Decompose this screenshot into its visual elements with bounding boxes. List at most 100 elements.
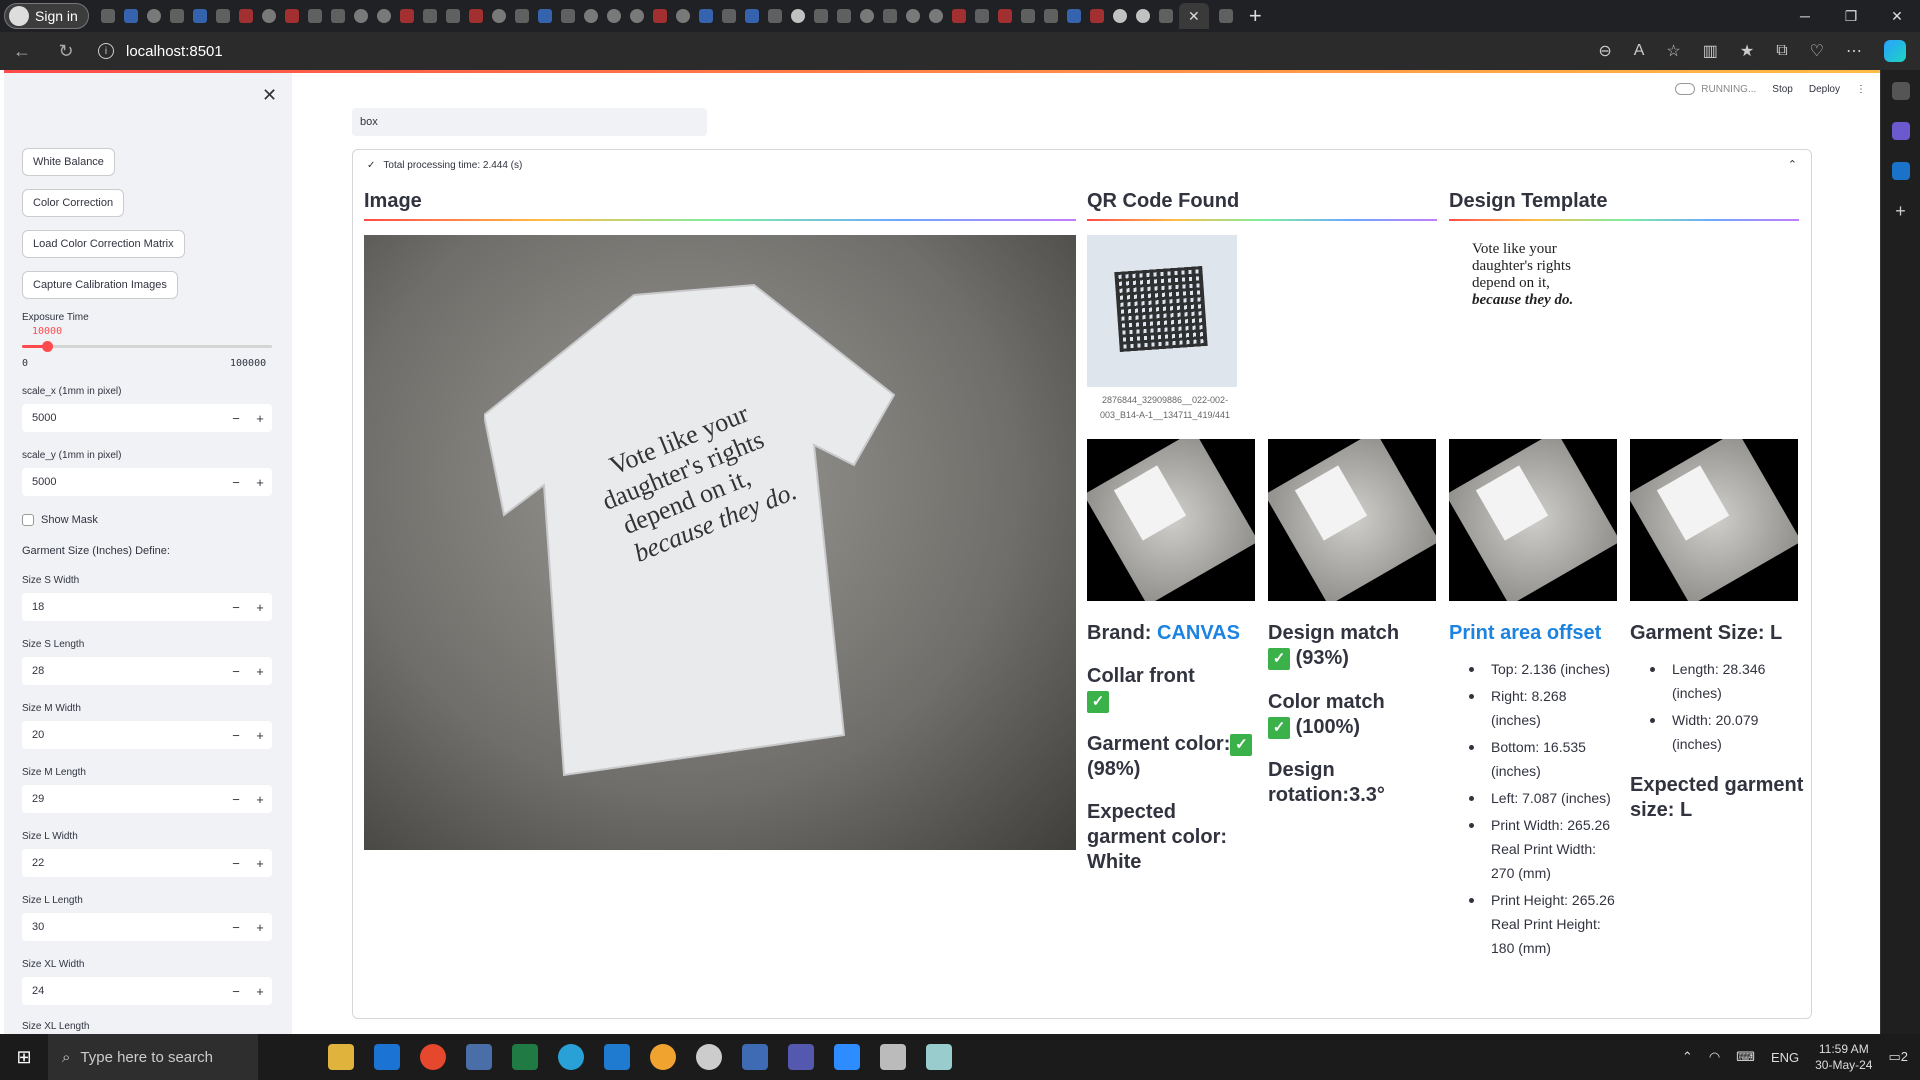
copilot-icon[interactable] bbox=[1884, 40, 1906, 62]
app-icon[interactable] bbox=[466, 1044, 492, 1070]
tab-icon[interactable] bbox=[698, 9, 713, 23]
minimize-icon[interactable]: ─ bbox=[1782, 0, 1828, 32]
tab-icon[interactable] bbox=[376, 9, 391, 23]
tab-icon[interactable] bbox=[1043, 9, 1058, 23]
reload-icon[interactable]: ↻ bbox=[44, 41, 88, 62]
tab-icon[interactable] bbox=[1158, 9, 1173, 23]
tab-icon[interactable] bbox=[1066, 9, 1081, 23]
exposure-slider[interactable] bbox=[22, 341, 272, 352]
tab-icon[interactable] bbox=[905, 9, 920, 23]
decrement-button[interactable]: − bbox=[224, 728, 248, 743]
search-icon[interactable] bbox=[1891, 82, 1910, 100]
size-input[interactable]: 30 − + bbox=[22, 913, 272, 941]
main-menu-icon[interactable]: ⋮ bbox=[1856, 84, 1866, 95]
tab-icon[interactable] bbox=[399, 9, 414, 23]
size-input[interactable]: 28 − + bbox=[22, 657, 272, 685]
increment-button[interactable]: + bbox=[248, 600, 272, 615]
tab-icon[interactable] bbox=[836, 9, 851, 23]
language-indicator[interactable]: ENG bbox=[1771, 1050, 1799, 1065]
text-input[interactable]: box bbox=[352, 108, 707, 136]
tab-icon[interactable] bbox=[1218, 9, 1233, 23]
size-input[interactable]: 22 − + bbox=[22, 849, 272, 877]
tab-icon[interactable] bbox=[928, 9, 943, 23]
tab-icon[interactable] bbox=[675, 9, 690, 23]
url-field[interactable]: i localhost:8501 bbox=[98, 43, 223, 60]
increment-button[interactable]: + bbox=[248, 984, 272, 999]
taskbar-search[interactable]: ⌕ Type here to search bbox=[48, 1034, 258, 1080]
tab-icon[interactable] bbox=[307, 9, 322, 23]
capture-calibration-button[interactable]: Capture Calibration Images bbox=[22, 271, 178, 299]
tab-icon[interactable] bbox=[951, 9, 966, 23]
stop-button[interactable]: Stop bbox=[1772, 84, 1793, 95]
excel-icon[interactable] bbox=[512, 1044, 538, 1070]
tab-icon[interactable] bbox=[1020, 9, 1035, 23]
show-mask-checkbox[interactable]: Show Mask bbox=[22, 514, 98, 526]
decrement-button[interactable]: − bbox=[224, 664, 248, 679]
collections-icon[interactable]: ⧉ bbox=[1776, 42, 1787, 60]
tab-icon[interactable] bbox=[215, 9, 230, 23]
chrome-icon[interactable] bbox=[420, 1044, 446, 1070]
zoom-icon[interactable] bbox=[834, 1044, 860, 1070]
chevron-up-icon[interactable]: ⌃ bbox=[1682, 1049, 1693, 1065]
tab-icon[interactable] bbox=[537, 9, 552, 23]
tab-icon[interactable] bbox=[629, 9, 644, 23]
tab-icon[interactable] bbox=[192, 9, 207, 23]
load-ccm-button[interactable]: Load Color Correction Matrix bbox=[22, 230, 185, 258]
close-window-icon[interactable]: ✕ bbox=[1874, 0, 1920, 32]
tab-icon[interactable] bbox=[353, 9, 368, 23]
tab-icon[interactable] bbox=[330, 9, 345, 23]
copilot-sidebar-icon[interactable] bbox=[1891, 122, 1910, 140]
increment-button[interactable]: + bbox=[248, 728, 272, 743]
zoom-icon[interactable]: ⊖ bbox=[1598, 41, 1611, 61]
tab-icon[interactable] bbox=[445, 9, 460, 23]
tab-icon[interactable] bbox=[721, 9, 736, 23]
vscode-icon[interactable] bbox=[604, 1044, 630, 1070]
tab-icon[interactable] bbox=[514, 9, 529, 23]
tab-icon[interactable] bbox=[859, 9, 874, 23]
outlook-icon[interactable] bbox=[1891, 162, 1910, 180]
tab-icon[interactable] bbox=[583, 9, 598, 23]
decrement-button[interactable]: − bbox=[224, 411, 248, 426]
decrement-button[interactable]: − bbox=[224, 984, 248, 999]
color-correction-button[interactable]: Color Correction bbox=[22, 189, 125, 217]
tab-icon[interactable] bbox=[1135, 9, 1150, 23]
wifi-icon[interactable]: ◠ bbox=[1709, 1049, 1720, 1065]
app-icon[interactable] bbox=[880, 1044, 906, 1070]
tab-icon[interactable] bbox=[767, 9, 782, 23]
tab-icon[interactable] bbox=[1112, 9, 1127, 23]
teams-icon[interactable] bbox=[788, 1044, 814, 1070]
status-header[interactable]: ✓ Total processing time: 2.444 (s) bbox=[367, 160, 522, 171]
increment-button[interactable]: + bbox=[248, 664, 272, 679]
keyboard-icon[interactable]: ⌨ bbox=[1736, 1049, 1755, 1065]
close-sidebar-icon[interactable]: ✕ bbox=[262, 85, 277, 106]
tab-icon[interactable] bbox=[790, 9, 805, 23]
tab-icon[interactable] bbox=[468, 9, 483, 23]
app-icon[interactable] bbox=[926, 1044, 952, 1070]
tab-icon[interactable] bbox=[813, 9, 828, 23]
sign-in-button[interactable]: Sign in bbox=[4, 3, 89, 29]
file-explorer-icon[interactable] bbox=[328, 1044, 354, 1070]
back-icon[interactable]: ← bbox=[0, 41, 44, 62]
store-icon[interactable] bbox=[374, 1044, 400, 1070]
chevron-up-icon[interactable]: ⌃ bbox=[1788, 158, 1797, 171]
tab-icon[interactable] bbox=[974, 9, 989, 23]
increment-button[interactable]: + bbox=[248, 920, 272, 935]
decrement-button[interactable]: − bbox=[224, 856, 248, 871]
active-tab[interactable]: ✕ bbox=[1178, 3, 1209, 29]
tab-icon[interactable] bbox=[560, 9, 575, 23]
increment-button[interactable]: + bbox=[248, 475, 272, 490]
deploy-button[interactable]: Deploy bbox=[1809, 84, 1840, 95]
white-balance-button[interactable]: White Balance bbox=[22, 148, 115, 176]
scale-x-input[interactable]: 5000 − + bbox=[22, 404, 272, 432]
tab-icon[interactable] bbox=[100, 9, 115, 23]
performance-icon[interactable]: ♡ bbox=[1810, 41, 1824, 61]
restore-icon[interactable]: ❐ bbox=[1828, 0, 1874, 32]
more-icon[interactable]: ⋯ bbox=[1846, 41, 1862, 61]
app-icon[interactable] bbox=[650, 1044, 676, 1070]
decrement-button[interactable]: − bbox=[224, 792, 248, 807]
app-icon[interactable] bbox=[696, 1044, 722, 1070]
tab-icon[interactable] bbox=[146, 9, 161, 23]
size-input[interactable]: 24 − + bbox=[22, 977, 272, 1005]
read-aloud-icon[interactable]: A bbox=[1634, 42, 1645, 60]
decrement-button[interactable]: − bbox=[224, 600, 248, 615]
